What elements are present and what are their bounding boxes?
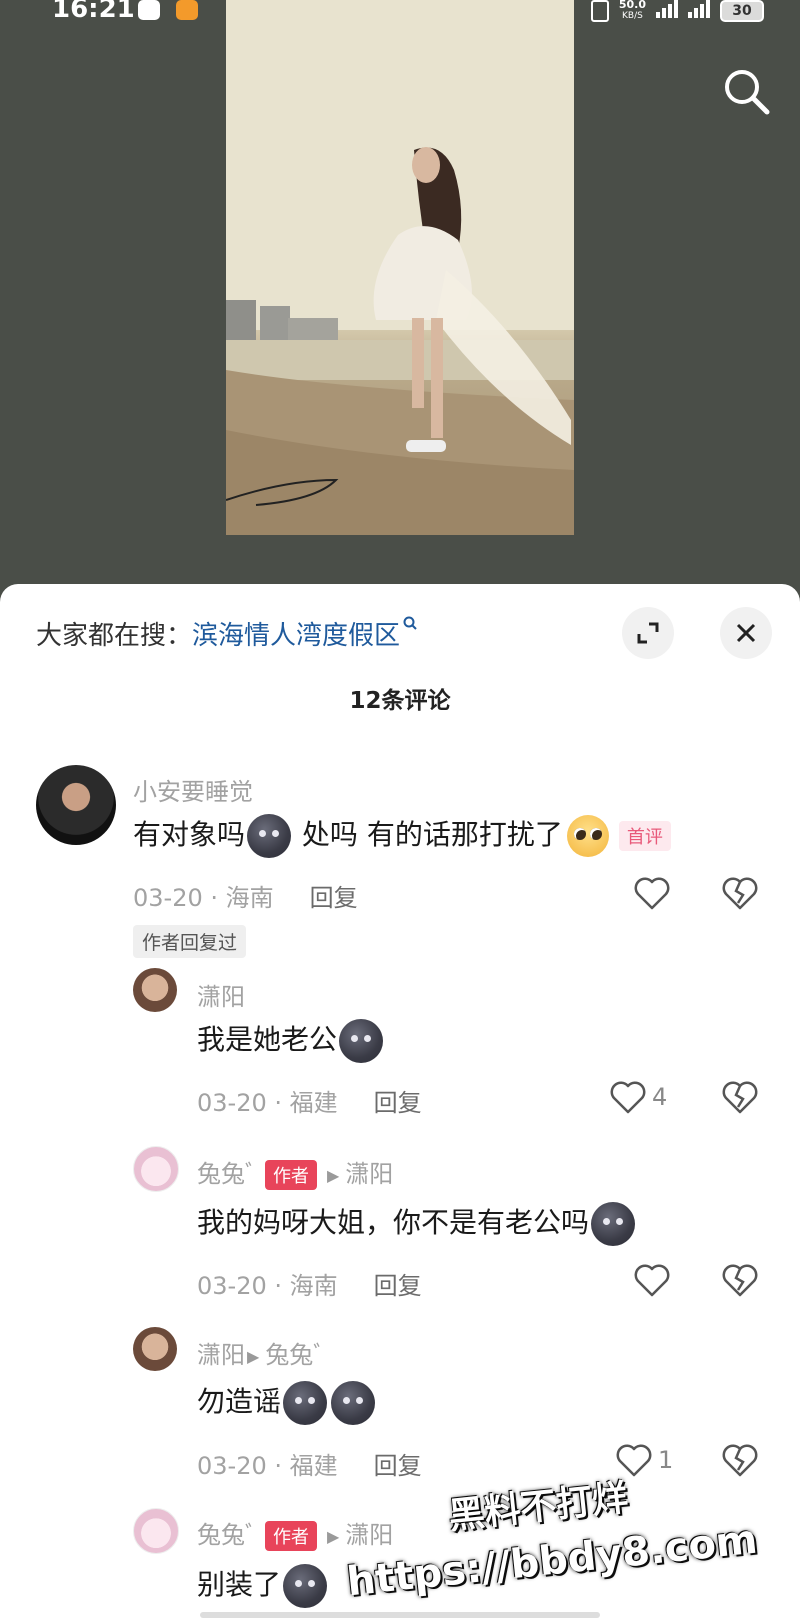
reply-arrow-icon: ▶ (327, 1165, 340, 1185)
reply-to-username[interactable]: 潇阳 (345, 1521, 393, 1549)
moon-emoji (591, 1202, 636, 1246)
broken-heart-icon[interactable] (720, 1440, 760, 1480)
reply-arrow-icon: ▶ (327, 1526, 340, 1546)
reply-text: 别装了 (197, 1563, 329, 1608)
moon-emoji (247, 814, 292, 858)
moon-emoji (283, 1381, 328, 1425)
broken-heart-icon[interactable] (720, 873, 760, 913)
reply-text: 我是她老公 (197, 1018, 385, 1063)
status-indicators: 50.0 KB/S 30 (590, 0, 764, 22)
reply-username[interactable]: 潇阳 (197, 977, 245, 1012)
battery-indicator: 30 (720, 0, 764, 22)
heart-icon[interactable] (608, 1077, 648, 1117)
reply-username-row: 兔兔ﾞ 作者 ▶ 潇阳 (197, 1154, 393, 1190)
like-count: 4 (652, 1083, 668, 1111)
reply-button[interactable]: 回复 (374, 1452, 422, 1480)
comment-username[interactable]: 小安要睡觉 (133, 772, 253, 807)
comment-text: 有对象吗 处吗 有的话那打扰了 首评 (133, 813, 671, 858)
heart-icon[interactable] (632, 1260, 672, 1300)
reply-meta: 03-20 · 海南 回复 (197, 1272, 422, 1300)
reply-arrow-icon: ▶ (247, 1346, 260, 1366)
comment-count: 12条评论 (349, 688, 451, 714)
reply-meta: 03-20 · 福建 回复 (197, 1089, 422, 1117)
search-suggestion[interactable]: 大家都在搜：滨海情人湾度假区 (36, 615, 420, 652)
search-button[interactable] (720, 65, 774, 119)
avatar[interactable] (133, 1146, 179, 1192)
reply-username-row: 兔兔ﾞ 作者 ▶ 潇阳 (197, 1515, 393, 1551)
reply-to-username[interactable]: 兔兔ﾞ (265, 1341, 325, 1369)
reply-button[interactable]: 回复 (310, 884, 358, 912)
reply-text: 勿造谣 (197, 1380, 377, 1425)
suggestion-query[interactable]: 滨海情人湾度假区 (192, 621, 400, 651)
broken-heart-icon[interactable] (720, 1260, 760, 1300)
net-speed: 50.0 KB/S (618, 0, 646, 21)
author-badge: 作者 (265, 1160, 317, 1190)
avatar[interactable] (133, 1508, 179, 1554)
close-button[interactable] (720, 607, 772, 659)
close-icon (736, 623, 756, 643)
avatar[interactable] (133, 968, 177, 1012)
status-time: 16:21 (52, 0, 135, 24)
reply-meta: 03-20 · 福建 回复 (197, 1452, 422, 1480)
reply-username-row: 潇阳 ▶ 兔兔ﾞ (197, 1335, 325, 1370)
suggestion-prefix: 大家都在搜： (36, 621, 193, 651)
video-frame-image (226, 0, 574, 535)
reply-text: 我的妈呀大姐，你不是有老公吗 (197, 1201, 637, 1246)
moon-emoji (331, 1381, 376, 1425)
search-icon (725, 70, 770, 115)
first-comment-badge: 首评 (618, 821, 671, 851)
reply-username[interactable]: 潇阳 (197, 1341, 245, 1369)
app-notification-icon-2 (176, 0, 198, 20)
comment-meta: 03-20 · 海南 回复 (133, 884, 358, 912)
reply-to-username[interactable]: 潇阳 (345, 1160, 393, 1188)
home-indicator[interactable] (200, 1612, 600, 1618)
vibrate-icon (590, 0, 609, 22)
avatar[interactable] (133, 1327, 177, 1371)
reply-button[interactable]: 回复 (374, 1089, 422, 1117)
reply-username[interactable]: 兔兔ﾞ (197, 1160, 257, 1188)
reply-button[interactable]: 回复 (374, 1272, 422, 1300)
app-notification-icon (138, 0, 160, 20)
expand-icon (637, 622, 659, 644)
author-replied-tag: 作者回复过 (133, 925, 247, 958)
reply-username[interactable]: 兔兔ﾞ (197, 1521, 257, 1549)
like-count: 1 (658, 1446, 674, 1474)
author-badge: 作者 (265, 1521, 317, 1551)
pleading-emoji (566, 815, 609, 857)
broken-heart-icon[interactable] (720, 1077, 760, 1117)
signal-icon (656, 0, 678, 18)
video-player[interactable] (226, 0, 574, 535)
search-small-icon (403, 616, 417, 630)
expand-button[interactable] (622, 607, 674, 659)
heart-icon[interactable] (632, 873, 672, 913)
avatar[interactable] (36, 765, 116, 845)
signal-icon-2 (688, 0, 710, 18)
moon-emoji (339, 1019, 384, 1063)
moon-emoji (283, 1564, 328, 1608)
